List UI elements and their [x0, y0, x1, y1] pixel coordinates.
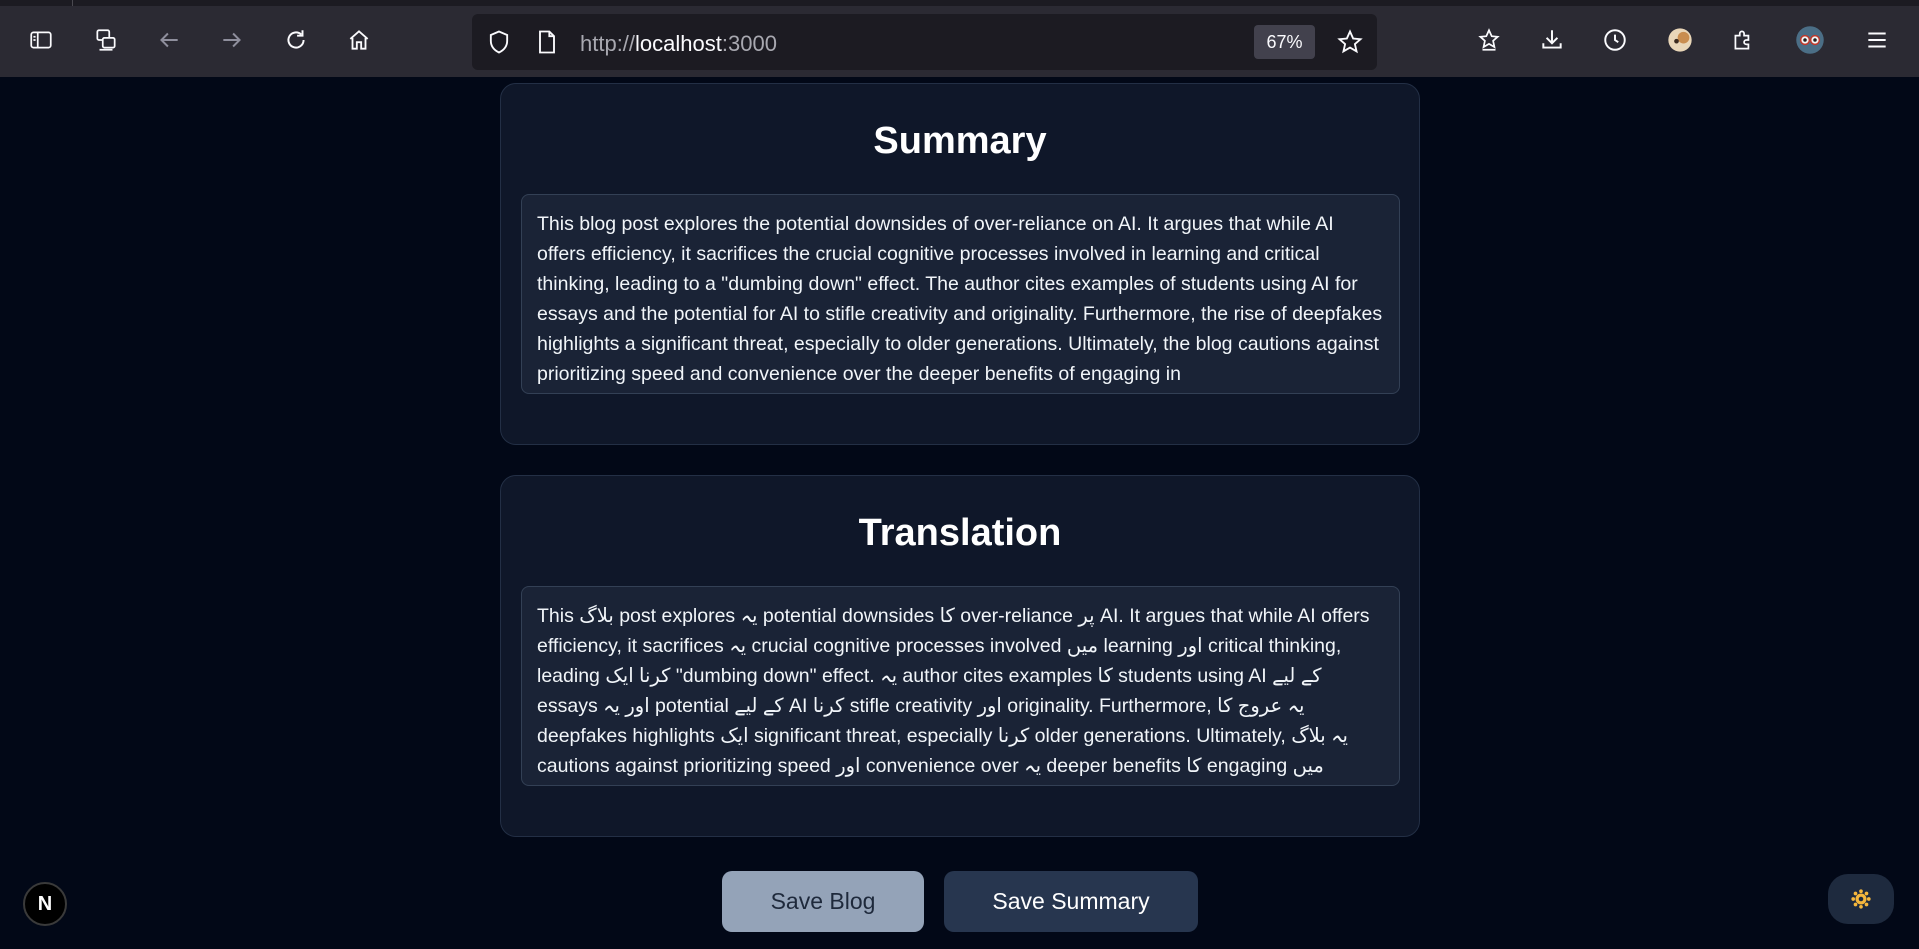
url-scheme: http://: [580, 31, 636, 56]
star-list-icon[interactable]: [1469, 20, 1509, 60]
extension-avatar-icon[interactable]: [1660, 20, 1700, 60]
page-icon[interactable]: [533, 28, 561, 56]
gear-icon[interactable]: [1828, 874, 1894, 924]
sidebar-icon[interactable]: [21, 20, 61, 60]
url-text[interactable]: http://localhost:3000: [580, 31, 777, 57]
star-icon[interactable]: [1336, 28, 1364, 56]
download-icon[interactable]: [1532, 20, 1572, 60]
summary-textarea[interactable]: This blog post explores the potential do…: [521, 194, 1400, 394]
sync-icon[interactable]: [86, 20, 126, 60]
reload-icon[interactable]: [276, 20, 316, 60]
home-icon[interactable]: [339, 20, 379, 60]
profile-avatar-icon[interactable]: [1790, 20, 1830, 60]
summary-card: Summary This blog post explores the pote…: [500, 83, 1420, 445]
hamburger-menu-icon[interactable]: [1857, 20, 1897, 60]
url-port: :3000: [721, 31, 777, 56]
history-icon[interactable]: [1595, 20, 1635, 60]
puzzle-icon[interactable]: [1723, 20, 1763, 60]
forward-arrow-icon[interactable]: [212, 20, 252, 60]
nextjs-dev-badge[interactable]: N: [23, 882, 67, 926]
translation-title: Translation: [858, 512, 1062, 554]
save-blog-button[interactable]: Save Blog: [722, 871, 924, 932]
back-arrow-icon[interactable]: [149, 20, 189, 60]
url-host: localhost: [635, 31, 722, 56]
browser-toolbar: http://localhost:3000 67%: [0, 6, 1919, 77]
url-bar[interactable]: http://localhost:3000 67%: [472, 14, 1377, 70]
translation-card: Translation This بلاگ post explores یہ p…: [500, 475, 1420, 837]
zoom-level-badge[interactable]: 67%: [1254, 25, 1315, 59]
summary-title: Summary: [873, 120, 1047, 162]
translation-textarea[interactable]: This بلاگ post explores یہ potential dow…: [521, 586, 1400, 786]
save-summary-button[interactable]: Save Summary: [944, 871, 1198, 932]
shield-icon[interactable]: [485, 28, 513, 56]
